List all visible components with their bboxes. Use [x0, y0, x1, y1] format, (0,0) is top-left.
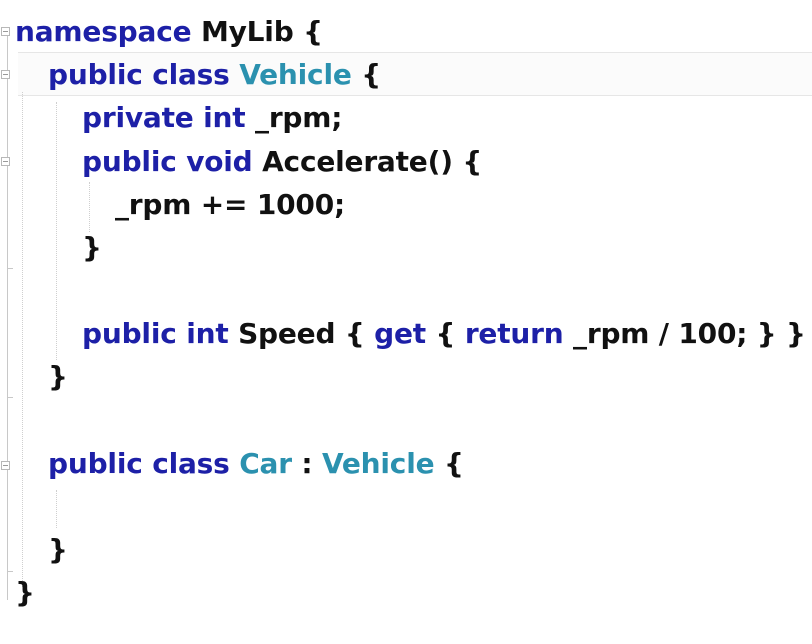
indent-guide-vehicle-class	[56, 102, 57, 360]
code-keyword: namespace	[15, 15, 192, 48]
code-text: }	[48, 533, 68, 566]
code-line-14[interactable]: }	[15, 573, 35, 613]
fold-marker-vehicle-class[interactable]	[1, 70, 10, 79]
code-line-11[interactable]: public class Car : Vehicle {	[48, 444, 464, 484]
code-text: }	[15, 576, 35, 609]
code-type-name: Vehicle	[239, 58, 352, 91]
code-keyword: int	[186, 317, 229, 350]
code-keyword: void	[186, 145, 253, 178]
indent-guide-namespace	[22, 92, 23, 587]
code-text: {	[425, 317, 465, 350]
fold-end-vehicle-class	[7, 397, 13, 398]
code-line-4[interactable]: public void Accelerate() {	[82, 142, 482, 182]
code-keyword: return	[464, 317, 564, 350]
code-line-9[interactable]: }	[48, 357, 68, 397]
code-keyword: int	[203, 101, 246, 134]
fold-end-car-class	[7, 571, 13, 572]
code-line-1[interactable]: namespace MyLib {	[15, 12, 323, 52]
code-text: _rpm += 1000;	[115, 188, 345, 221]
fold-marker-namespace[interactable]	[1, 27, 10, 36]
code-text: }	[82, 231, 102, 264]
code-keyword: public	[82, 317, 177, 350]
code-line-8[interactable]: public int Speed { get { return _rpm / 1…	[82, 314, 806, 354]
code-text: {	[434, 447, 464, 480]
code-text: MyLib {	[191, 15, 323, 48]
code-keyword: get	[374, 317, 426, 350]
fold-marker-car-class[interactable]	[1, 461, 10, 470]
code-keyword: class	[152, 447, 230, 480]
code-line-5[interactable]: _rpm += 1000;	[115, 185, 345, 225]
fold-end-accelerate	[7, 268, 13, 269]
code-line-6[interactable]: }	[82, 228, 102, 268]
code-text: _rpm / 100; } }	[563, 317, 806, 350]
code-line-2[interactable]: public class Vehicle {	[48, 55, 381, 95]
code-line-13[interactable]: }	[48, 530, 68, 570]
indent-guide-car-class	[56, 490, 57, 528]
code-text: Speed {	[228, 317, 375, 350]
fold-marker-accelerate[interactable]	[1, 157, 10, 166]
code-text: :	[291, 447, 322, 480]
code-text: }	[48, 360, 68, 393]
code-keyword: private	[82, 101, 194, 134]
code-keyword: public	[48, 447, 143, 480]
outline-line	[7, 36, 8, 600]
code-keyword: public	[48, 58, 143, 91]
code-line-3[interactable]: private int _rpm;	[82, 98, 342, 138]
indent-guide-accelerate	[89, 182, 90, 232]
code-text: {	[351, 58, 381, 91]
code-keyword: class	[152, 58, 230, 91]
code-keyword: public	[82, 145, 177, 178]
code-editor[interactable]: namespace MyLib { public class Vehicle {…	[0, 0, 812, 644]
code-type-name: Vehicle	[321, 447, 435, 480]
code-type-name: Car	[239, 447, 292, 480]
code-text: _rpm;	[245, 101, 343, 134]
code-text: Accelerate() {	[252, 145, 483, 178]
